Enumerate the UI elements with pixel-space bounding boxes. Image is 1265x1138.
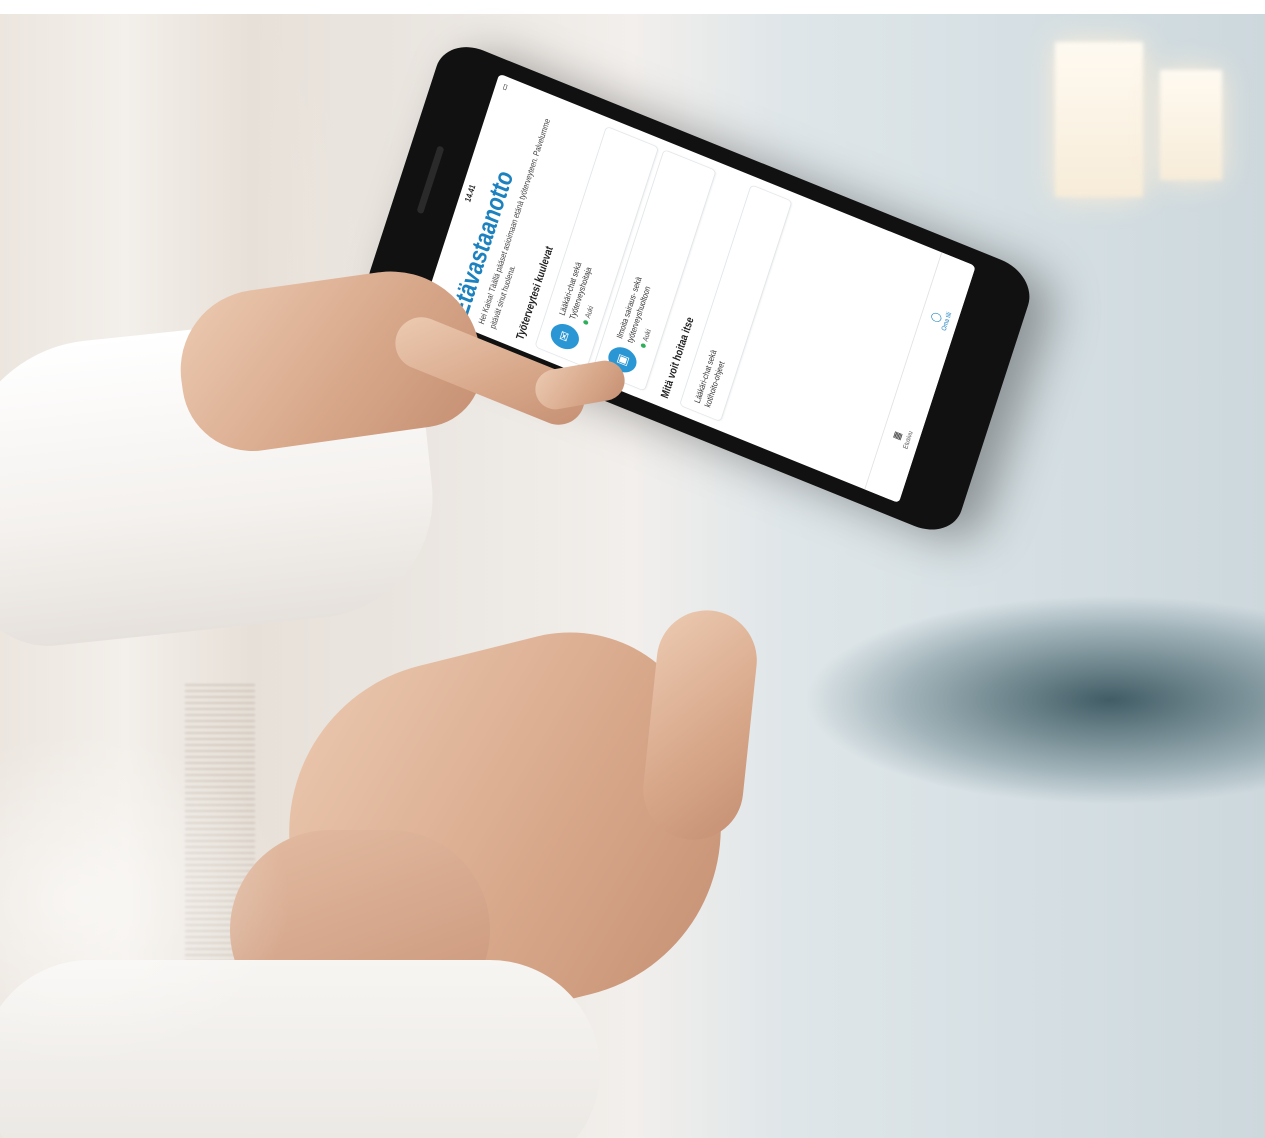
status-dot-icon: [582, 319, 589, 326]
background-lamp: [1160, 70, 1222, 180]
tab-home-label: Etusivu: [901, 429, 914, 450]
battery-icon: ▭: [499, 82, 511, 92]
smartphone: ▮▮▮ 14.41 ▭ Etävastaanotto Hei Kaisa! Tä…: [360, 35, 1039, 541]
grid-icon: ▦: [889, 429, 904, 442]
status-dot-icon: [640, 342, 647, 349]
status-time: 14.41: [463, 183, 478, 204]
top-strip: [0, 0, 1265, 14]
photo-scene: ▮▮▮ 14.41 ▭ Etävastaanotto Hei Kaisa! Tä…: [0, 0, 1265, 1138]
shirt-sleeve-lower: [0, 960, 600, 1138]
chat-icon: ✉: [547, 319, 583, 354]
background-lamp: [1055, 42, 1143, 197]
card-status-label: Auki: [640, 327, 653, 343]
tab-home[interactable]: ▦ Etusivu: [888, 424, 914, 450]
tab-account[interactable]: ◯ Oma tili: [927, 306, 952, 332]
card-status-label: Auki: [583, 304, 596, 320]
lower-hand-thumb: [638, 605, 762, 845]
user-icon: ◯: [928, 310, 943, 324]
